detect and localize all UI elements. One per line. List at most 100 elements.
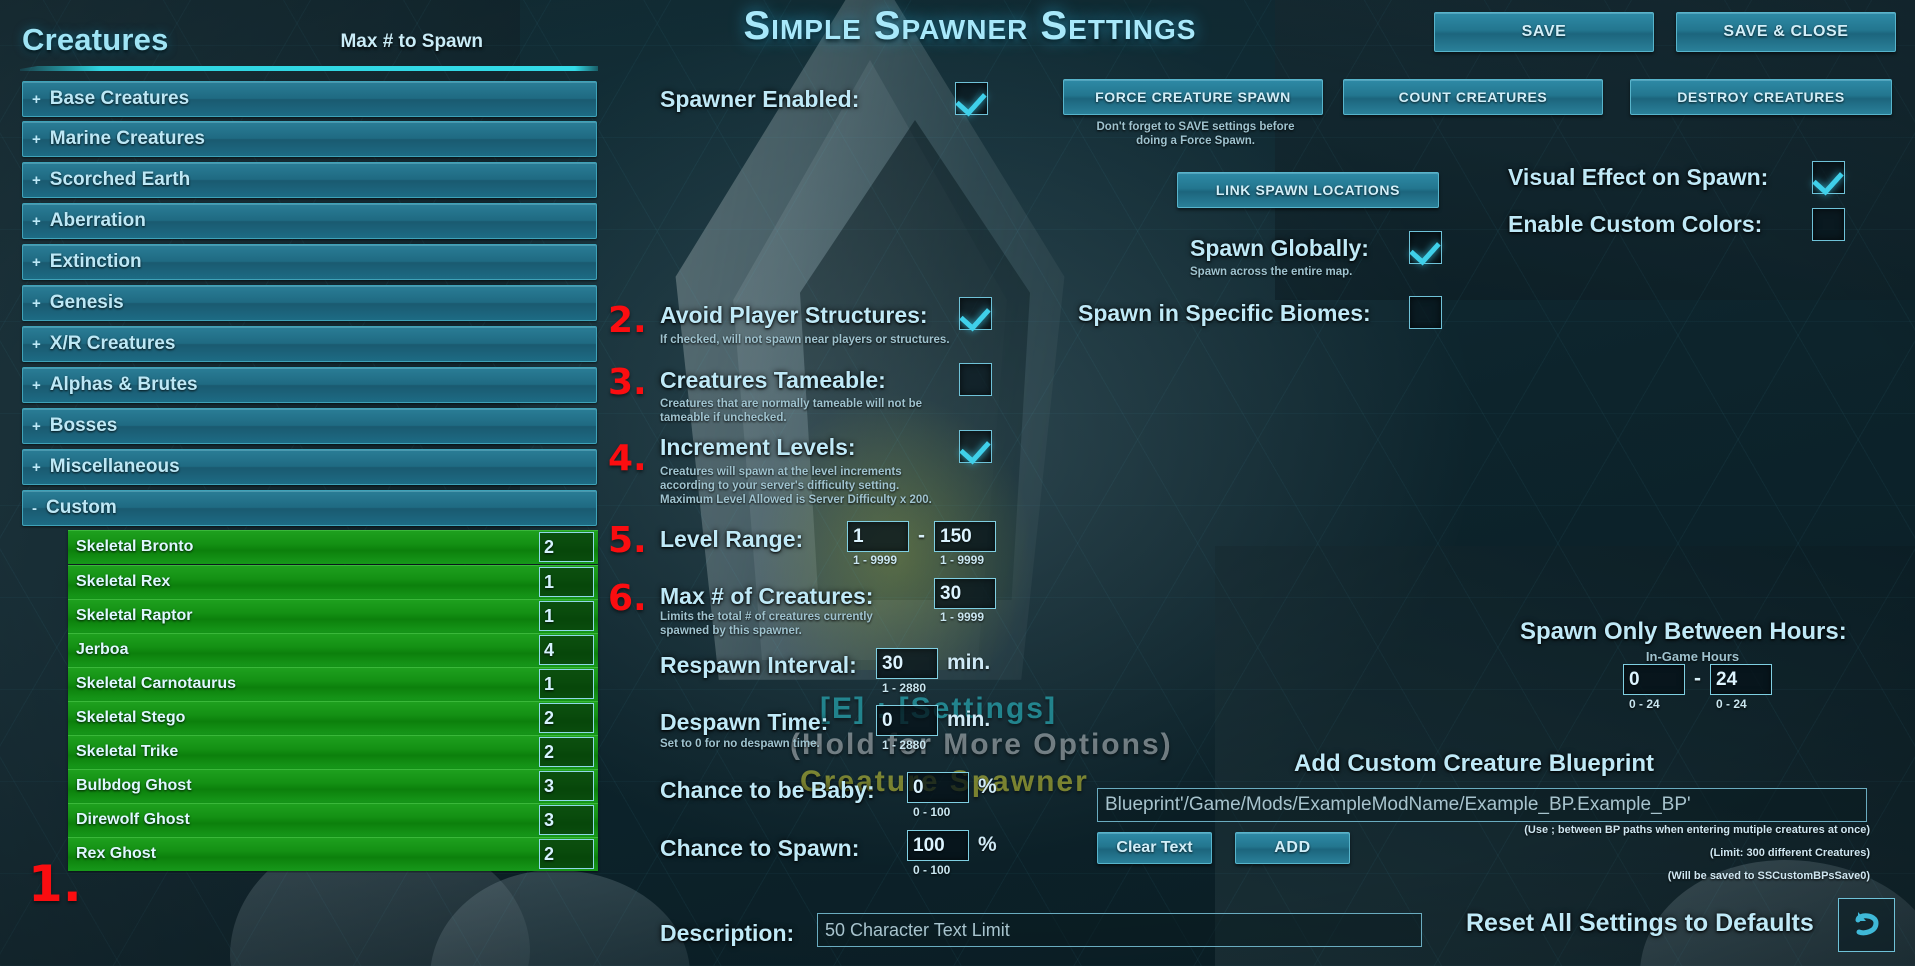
creature-count-input[interactable]: 3: [539, 805, 594, 835]
sidebar-category-genesis[interactable]: + Genesis: [22, 285, 597, 321]
creature-count-input[interactable]: 2: [539, 737, 594, 767]
annotation-marker-1: 1.: [28, 855, 82, 913]
save-button[interactable]: SAVE: [1434, 12, 1654, 52]
link-spawn-locations-button[interactable]: LINK SPAWN LOCATIONS: [1177, 172, 1439, 208]
creature-count-input[interactable]: 3: [539, 771, 594, 801]
count-creatures-button[interactable]: COUNT CREATURES: [1343, 79, 1603, 115]
creature-name: Bulbdog Ghost: [76, 777, 192, 794]
reset-settings-label[interactable]: Reset All Settings to Defaults: [1466, 909, 1814, 938]
creature-row[interactable]: Direwolf Ghost 3: [68, 803, 598, 837]
creature-count-input[interactable]: 2: [539, 839, 594, 869]
creature-row[interactable]: Skeletal Stego 2: [68, 701, 598, 735]
category-label: Genesis: [49, 292, 124, 313]
sidebar-category-custom[interactable]: - Custom: [22, 490, 597, 526]
respawn-interval-hint: 1 - 2880: [882, 681, 927, 695]
chance-baby-hint: 0 - 100: [913, 805, 951, 819]
creature-count-input[interactable]: 1: [539, 601, 594, 631]
creature-row[interactable]: Skeletal Rex 1: [68, 565, 598, 599]
creature-name: Skeletal Stego: [76, 709, 186, 726]
avoid-player-structures-help: If checked, will not spawn near players …: [660, 334, 950, 346]
creature-count-input[interactable]: 1: [539, 567, 594, 597]
creature-row[interactable]: Skeletal Bronto 2: [68, 530, 598, 564]
force-creature-spawn-button[interactable]: FORCE CREATURE SPAWN: [1063, 79, 1323, 115]
creature-count-input[interactable]: 1: [539, 669, 594, 699]
expand-icon: +: [32, 335, 41, 353]
force-spawn-note-line-2: doing a Force Spawn.: [1136, 135, 1255, 147]
reset-settings-button[interactable]: [1838, 898, 1895, 952]
creature-name: Rex Ghost: [76, 845, 157, 862]
spawn-hours-from-input[interactable]: 0: [1623, 664, 1685, 695]
level-range-dash: -: [918, 524, 925, 547]
sidebar-category-aberration[interactable]: + Aberration: [22, 203, 597, 239]
expand-icon: +: [32, 90, 41, 108]
sidebar-category-marine-creatures[interactable]: + Marine Creatures: [22, 121, 597, 157]
creature-row[interactable]: Jerboa 4: [68, 633, 598, 667]
destroy-creatures-button[interactable]: DESTROY CREATURES: [1630, 79, 1892, 115]
category-label: Alphas & Brutes: [49, 374, 198, 395]
expand-icon: +: [32, 212, 41, 230]
increment-levels-label: Increment Levels:: [660, 434, 856, 460]
sidebar-category-scorched-earth[interactable]: + Scorched Earth: [22, 162, 597, 198]
avoid-player-structures-checkbox[interactable]: [959, 297, 992, 330]
annotation-marker-4: 4.: [608, 438, 647, 479]
annotation-marker-5: 5.: [608, 520, 647, 561]
creature-row[interactable]: Rex Ghost 2: [68, 837, 598, 871]
creature-row[interactable]: Skeletal Raptor 1: [68, 599, 598, 633]
creature-count-input[interactable]: 4: [539, 635, 594, 665]
category-label: Marine Creatures: [49, 128, 205, 149]
visual-effect-label: Visual Effect on Spawn:: [1508, 164, 1769, 190]
despawn-time-input[interactable]: 0: [876, 705, 938, 736]
enable-custom-colors-label: Enable Custom Colors:: [1508, 211, 1763, 237]
avoid-player-structures-label: Avoid Player Structures:: [660, 302, 928, 328]
sidebar-category-bosses[interactable]: + Bosses: [22, 408, 597, 444]
sidebar-category-alphas-brutes[interactable]: + Alphas & Brutes: [22, 367, 597, 403]
visual-effect-checkbox[interactable]: [1812, 161, 1845, 194]
max-to-spawn-header: Max # to Spawn: [340, 31, 483, 52]
respawn-interval-unit: min.: [947, 651, 991, 674]
creature-row[interactable]: Bulbdog Ghost 3: [68, 769, 598, 803]
max-creatures-help-line-1: Limits the total # of creatures currentl…: [660, 611, 873, 623]
sidebar-category-base-creatures[interactable]: + Base Creatures: [22, 81, 597, 117]
spawn-specific-biomes-checkbox[interactable]: [1409, 296, 1442, 329]
spawner-enabled-checkbox[interactable]: [955, 82, 988, 115]
creature-count-input[interactable]: 2: [539, 703, 594, 733]
max-creatures-input[interactable]: 30: [934, 578, 996, 609]
chance-baby-input[interactable]: 0: [907, 772, 969, 803]
creatures-tameable-checkbox[interactable]: [959, 363, 992, 396]
sidebar-divider: [20, 66, 598, 71]
sidebar-category-miscellaneous[interactable]: + Miscellaneous: [22, 449, 597, 485]
creatures-sidebar: Creatures Max # to Spawn + Base Creature…: [0, 0, 600, 966]
despawn-time-hint: 1 - 2880: [882, 738, 927, 752]
creature-name: Skeletal Raptor: [76, 607, 193, 624]
sidebar-category-xr-creatures[interactable]: + X/R Creatures: [22, 326, 597, 362]
watermark-line-2: (Hold for More Options): [790, 728, 1173, 761]
annotation-marker-6: 6.: [608, 578, 647, 619]
page-title: Simple Spawner Settings: [743, 4, 1197, 48]
chance-spawn-input[interactable]: 100: [907, 830, 969, 861]
increment-levels-checkbox[interactable]: [959, 430, 992, 463]
category-label: Custom: [46, 497, 117, 518]
creature-row[interactable]: Skeletal Trike 2: [68, 735, 598, 769]
description-label: Description:: [660, 920, 795, 946]
sidebar-category-extinction[interactable]: + Extinction: [22, 244, 597, 280]
respawn-interval-input[interactable]: 30: [876, 648, 938, 679]
description-input[interactable]: 50 Character Text Limit: [817, 913, 1422, 947]
creature-count-input[interactable]: 2: [539, 532, 594, 562]
save-and-close-button[interactable]: SAVE & CLOSE: [1676, 12, 1896, 52]
undo-arrow-icon: [1855, 912, 1879, 936]
spawn-globally-label: Spawn Globally:: [1190, 235, 1369, 261]
level-range-max-input[interactable]: 150: [934, 521, 996, 552]
level-range-min-input[interactable]: 1: [847, 521, 909, 552]
spawn-hours-to-input[interactable]: 24: [1710, 664, 1772, 695]
spawn-globally-checkbox[interactable]: [1409, 231, 1442, 264]
blueprint-heading: Add Custom Creature Blueprint: [1294, 750, 1655, 777]
enable-custom-colors-checkbox[interactable]: [1812, 208, 1845, 241]
increment-levels-help-line-3: Maximum Level Allowed is Server Difficul…: [660, 494, 932, 506]
creature-row[interactable]: Skeletal Carnotaurus 1: [68, 667, 598, 701]
chance-baby-unit: %: [978, 775, 997, 798]
creatures-tameable-help-line-1: Creatures that are normally tameable wil…: [660, 398, 923, 410]
blueprint-note-line-1: (Use ; between BP paths when entering mu…: [1524, 824, 1870, 836]
blueprint-input[interactable]: Blueprint'/Game/Mods/ExampleModName/Exam…: [1097, 788, 1867, 822]
blueprint-note-line-3: (Will be saved to SSCustomBPsSave0): [1667, 870, 1870, 882]
expand-icon: +: [32, 171, 41, 189]
